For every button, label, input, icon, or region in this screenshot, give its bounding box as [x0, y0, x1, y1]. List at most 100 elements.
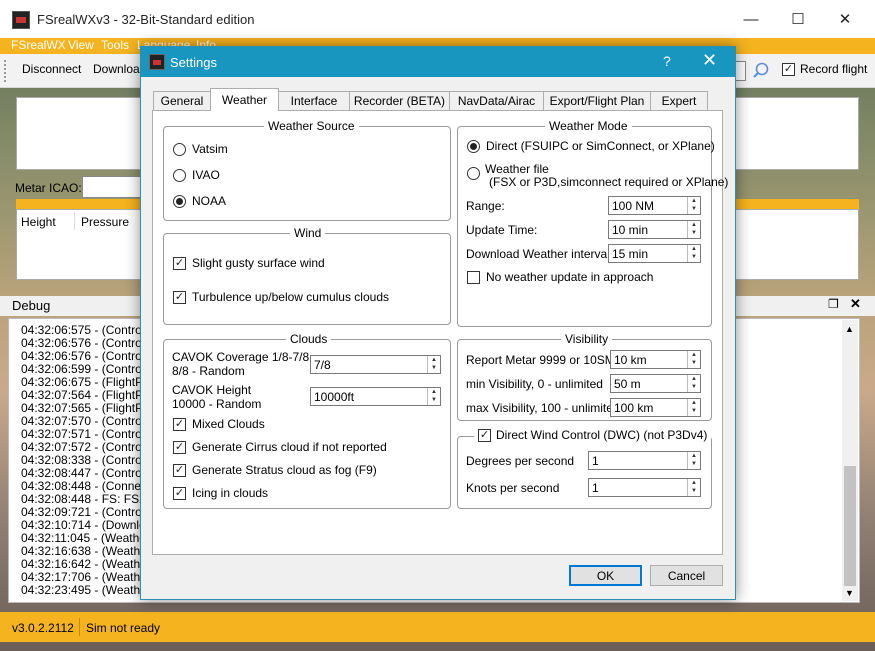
- dwc-checkbox[interactable]: ✓ Direct Wind Control (DWC) (not P3Dv4): [474, 428, 712, 442]
- no-update-approach-checkbox[interactable]: No weather update in approach: [467, 270, 653, 284]
- gusty-wind-checkbox[interactable]: ✓ Slight gusty surface wind: [173, 256, 325, 270]
- scroll-thumb[interactable]: [844, 466, 856, 586]
- column-height[interactable]: Height: [21, 215, 56, 229]
- radio-ivao-icon[interactable]: [173, 168, 186, 182]
- icing-check-icon[interactable]: ✓: [173, 486, 186, 500]
- update-time-value: 10 min: [612, 223, 649, 237]
- tab-general[interactable]: General: [153, 91, 211, 110]
- degrees-per-second-value: 1: [592, 454, 599, 468]
- range-value: 100 NM: [612, 199, 655, 213]
- radio-vatsim[interactable]: Vatsim: [173, 142, 228, 156]
- spin-arrows-icon[interactable]: ▲ ▼: [687, 221, 700, 238]
- tab-recorder[interactable]: Recorder (BETA): [349, 91, 450, 110]
- record-flight-check-icon[interactable]: ✓: [782, 62, 795, 76]
- radio-weather-file[interactable]: [467, 167, 480, 180]
- column-pressure[interactable]: Pressure: [81, 215, 129, 229]
- minimize-icon[interactable]: —: [728, 0, 774, 38]
- mixed-check-icon[interactable]: ✓: [173, 417, 186, 431]
- max-visibility-spinbox[interactable]: 100 km ▲ ▼: [610, 398, 701, 417]
- download-button[interactable]: Download: [93, 62, 146, 76]
- stratus-label: Generate Stratus cloud as fog (F9): [192, 463, 377, 477]
- dwc-check-icon[interactable]: ✓: [478, 428, 491, 442]
- dialog-close-icon[interactable]: ✕: [702, 50, 717, 71]
- knots-per-second-spinbox[interactable]: 1 ▲ ▼: [588, 478, 701, 497]
- spin-arrows-icon[interactable]: ▲ ▼: [687, 479, 700, 496]
- tab-export[interactable]: Export/Flight Plan: [543, 91, 651, 110]
- range-spinbox[interactable]: 100 NM ▲ ▼: [608, 196, 701, 215]
- record-flight-checkbox[interactable]: ✓ Record flight: [782, 62, 867, 76]
- radio-file-icon[interactable]: [467, 167, 480, 180]
- sim-status: Sim not ready: [86, 621, 161, 635]
- disconnect-button[interactable]: Disconnect: [22, 62, 81, 76]
- spin-arrows-icon[interactable]: ▲ ▼: [687, 197, 700, 214]
- turbulence-checkbox[interactable]: ✓ Turbulence up/below cumulus clouds: [173, 290, 389, 304]
- range-label: Range:: [466, 199, 505, 213]
- settings-dialog: Settings ? ✕ General Weather Interface R…: [140, 46, 736, 600]
- close-panel-icon[interactable]: ✕: [850, 296, 861, 312]
- cavok-coverage-spinbox[interactable]: 7/8 ▲ ▼: [310, 355, 441, 374]
- radio-vatsim-icon[interactable]: [173, 142, 186, 156]
- max-visibility-value: 100 km: [614, 401, 654, 415]
- maximize-icon[interactable]: ☐: [775, 0, 821, 38]
- float-panel-icon[interactable]: ❐: [828, 297, 839, 311]
- cirrus-checkbox[interactable]: ✓ Generate Cirrus cloud if not reported: [173, 440, 387, 454]
- update-time-label: Update Time:: [466, 223, 538, 237]
- menu-view[interactable]: View: [68, 38, 94, 52]
- cancel-button[interactable]: Cancel: [650, 565, 723, 586]
- tab-interface[interactable]: Interface: [278, 91, 350, 110]
- cirrus-check-icon[interactable]: ✓: [173, 440, 186, 454]
- spin-arrows-icon[interactable]: ▲ ▼: [687, 399, 700, 416]
- report-metar-label: Report Metar 9999 or 10SM: [466, 353, 615, 367]
- mixed-clouds-checkbox[interactable]: ✓ Mixed Clouds: [173, 417, 265, 431]
- menu-fsrealwx[interactable]: FSrealWX: [11, 38, 66, 52]
- weather-tab-pane: Weather Source Vatsim IVAO NOAA Wind ✓ Sl…: [152, 110, 728, 555]
- spin-arrows-icon[interactable]: ▲ ▼: [687, 375, 700, 392]
- radio-ivao[interactable]: IVAO: [173, 168, 220, 182]
- dialog-title-bar[interactable]: Settings ? ✕: [141, 47, 735, 77]
- radio-direct-icon[interactable]: [467, 139, 480, 153]
- close-icon[interactable]: ✕: [822, 0, 868, 38]
- search-icon[interactable]: [752, 62, 769, 79]
- spin-arrows-icon[interactable]: ▲ ▼: [687, 351, 700, 368]
- stratus-checkbox[interactable]: ✓ Generate Stratus cloud as fog (F9): [173, 463, 377, 477]
- clouds-title: Clouds: [286, 332, 332, 346]
- cavok-height-spinbox[interactable]: 10000ft ▲ ▼: [310, 387, 441, 406]
- log-scrollbar[interactable]: ▲ ▼: [842, 320, 858, 601]
- weather-file-sublabel: (FSX or P3D,simconnect required or XPlan…: [489, 175, 729, 189]
- visibility-title: Visibility: [561, 332, 613, 346]
- spin-arrows-icon[interactable]: ▲ ▼: [427, 388, 440, 405]
- tab-weather[interactable]: Weather: [210, 88, 279, 111]
- scroll-down-icon[interactable]: ▼: [845, 588, 854, 598]
- radio-ivao-label: IVAO: [192, 168, 220, 182]
- gusty-check-icon[interactable]: ✓: [173, 256, 186, 270]
- icing-checkbox[interactable]: ✓ Icing in clouds: [173, 486, 268, 500]
- ok-button[interactable]: OK: [569, 565, 642, 586]
- stratus-check-icon[interactable]: ✓: [173, 463, 186, 477]
- turbulence-check-icon[interactable]: ✓: [173, 290, 186, 304]
- report-metar-spinbox[interactable]: 10 km ▲ ▼: [610, 350, 701, 369]
- radio-noaa[interactable]: NOAA: [173, 194, 226, 208]
- radio-noaa-icon[interactable]: [173, 194, 186, 208]
- title-bar: FSrealWXv3 - 32-Bit-Standard edition — ☐…: [0, 0, 875, 38]
- help-icon[interactable]: ?: [663, 53, 671, 69]
- tab-expert[interactable]: Expert: [650, 91, 708, 110]
- icing-label: Icing in clouds: [192, 486, 269, 500]
- no-update-check-icon[interactable]: [467, 270, 480, 284]
- spin-arrows-icon[interactable]: ▲ ▼: [687, 245, 700, 262]
- turbulence-label: Turbulence up/below cumulus clouds: [192, 290, 389, 304]
- min-visibility-spinbox[interactable]: 50 m ▲ ▼: [610, 374, 701, 393]
- update-time-spinbox[interactable]: 10 min ▲ ▼: [608, 220, 701, 239]
- download-interval-spinbox[interactable]: 15 min ▲ ▼: [608, 244, 701, 263]
- degrees-per-second-spinbox[interactable]: 1 ▲ ▼: [588, 451, 701, 470]
- column-divider: [74, 212, 75, 230]
- radio-direct[interactable]: Direct (FSUIPC or SimConnect, or XPlane): [467, 139, 715, 153]
- scroll-up-icon[interactable]: ▲: [845, 324, 854, 334]
- spin-arrows-icon[interactable]: ▲ ▼: [687, 452, 700, 469]
- metar-icao-input[interactable]: [82, 176, 142, 198]
- menu-tools[interactable]: Tools: [101, 38, 129, 52]
- status-divider: [79, 618, 80, 636]
- cavok-height-label: CAVOK Height: [172, 383, 252, 397]
- tab-navdata[interactable]: NavData/Airac: [449, 91, 544, 110]
- spin-arrows-icon[interactable]: ▲ ▼: [427, 356, 440, 373]
- log-line: 04:32:23:495 - (Weathe: [21, 583, 147, 597]
